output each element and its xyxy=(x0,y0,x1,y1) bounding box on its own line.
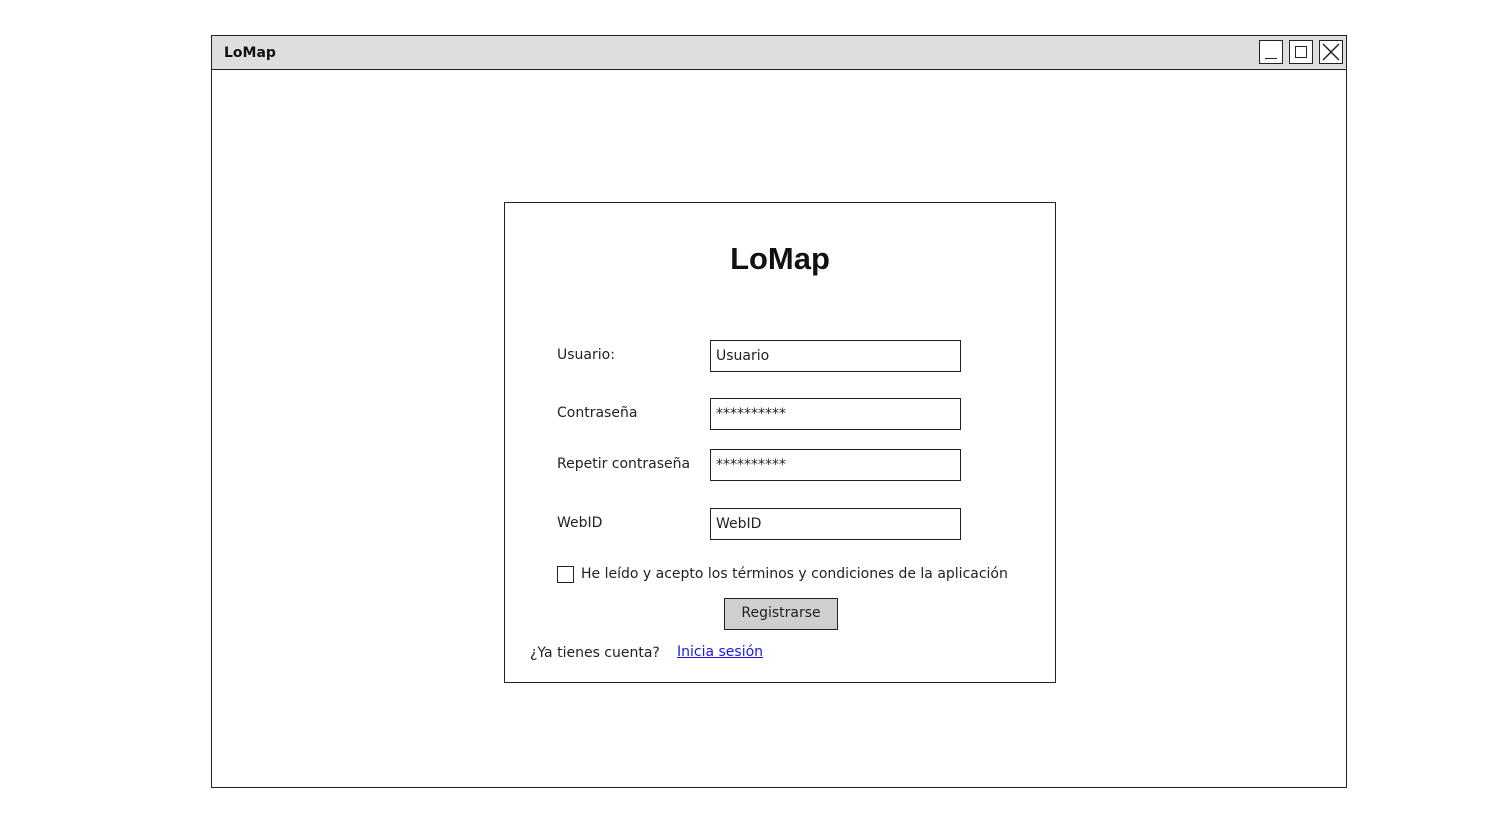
username-input[interactable] xyxy=(710,340,961,372)
webid-input[interactable] xyxy=(710,508,961,540)
register-card: LoMap Usuario: Contraseña Repetir contra… xyxy=(504,202,1056,683)
title-bar[interactable]: LoMap xyxy=(212,36,1346,70)
login-link[interactable]: Inicia sesión xyxy=(677,644,763,660)
webid-label: WebID xyxy=(557,515,603,531)
username-label: Usuario: xyxy=(557,347,615,363)
login-prompt: ¿Ya tienes cuenta? xyxy=(530,645,660,661)
repeat-password-label: Repetir contraseña xyxy=(557,456,691,472)
password-label: Contraseña xyxy=(557,405,638,421)
close-icon[interactable] xyxy=(1319,40,1343,64)
terms-checkbox[interactable] xyxy=(557,566,574,583)
form-title: LoMap xyxy=(730,241,830,276)
minimize-icon[interactable] xyxy=(1259,40,1283,64)
repeat-password-input[interactable] xyxy=(710,449,961,481)
register-button[interactable]: Registrarse xyxy=(724,598,838,630)
window-title: LoMap xyxy=(224,45,276,61)
maximize-icon[interactable] xyxy=(1289,40,1313,64)
password-input[interactable] xyxy=(710,398,961,430)
terms-label[interactable]: He leído y acepto los términos y condici… xyxy=(581,566,1008,582)
